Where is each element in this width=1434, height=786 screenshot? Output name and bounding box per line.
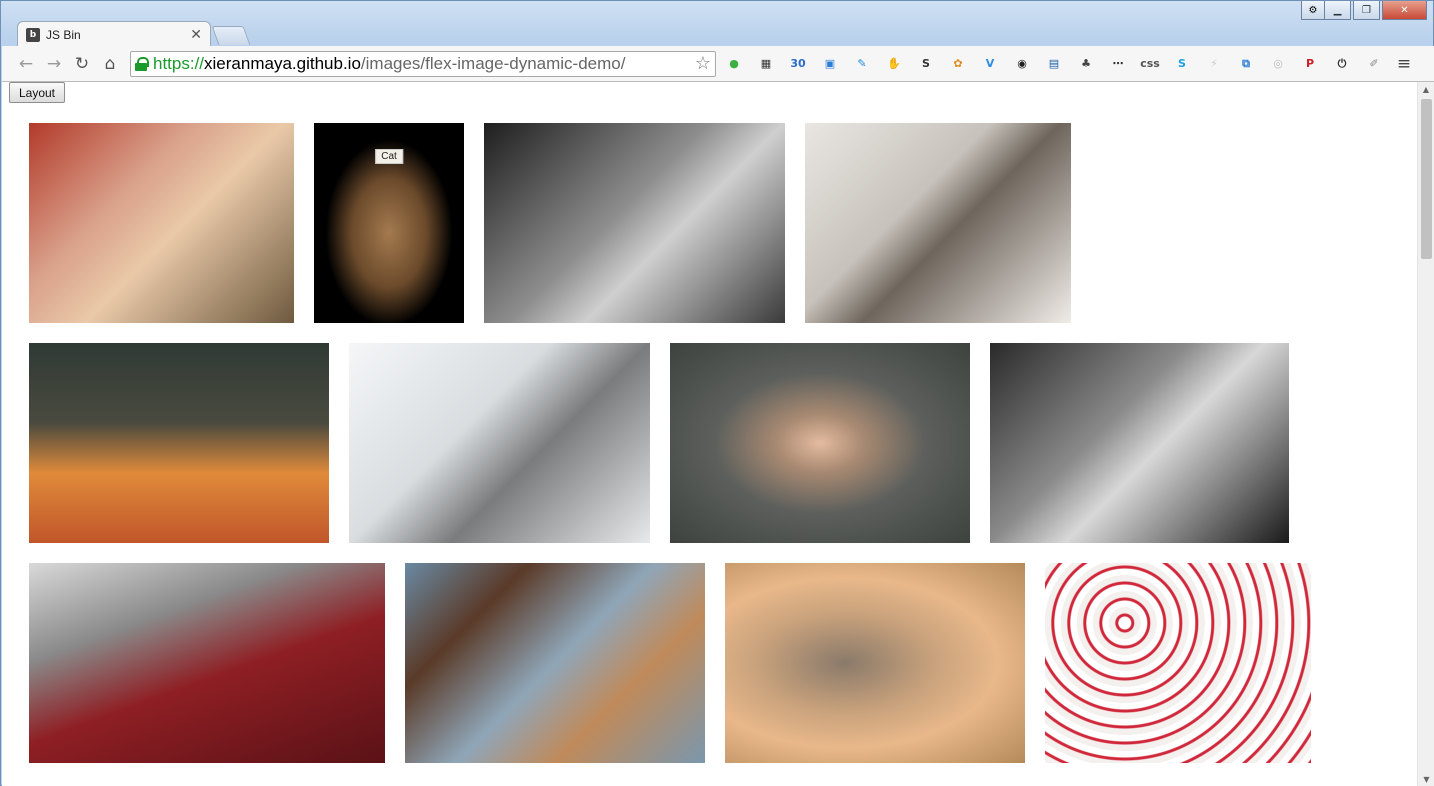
scroll-thumb[interactable]	[1421, 99, 1432, 259]
pinterest-extension-icon[interactable]: P	[1298, 52, 1322, 76]
image-gallery: Cat	[29, 123, 1311, 783]
photo-tabby-on-red-carpet	[29, 563, 385, 763]
resize-extension-icon[interactable]: ⧉	[1234, 52, 1258, 76]
url-scheme: https://	[153, 53, 205, 73]
fruit-extension-icon[interactable]: ✿	[946, 52, 970, 76]
jsbin-favicon-icon: b	[26, 27, 40, 42]
skype-extension-icon[interactable]: S	[1170, 52, 1194, 76]
calendar-extension-icon[interactable]: 30	[786, 52, 810, 76]
photo-bw-kitten-rolling	[990, 343, 1289, 543]
evernote-extension-icon[interactable]: ♣	[1074, 52, 1098, 76]
bookmark-star-icon[interactable]: ☆	[695, 53, 711, 74]
gallery-row: Cat	[29, 123, 1311, 323]
scroll-up-icon[interactable]: ▲	[1418, 82, 1434, 96]
adblock-extension-icon[interactable]: ✋	[882, 52, 906, 76]
extensions-area: ● ▦ 30 ▣ ✎ ✋ S ✿ V ◉ ▤ ♣ ⋯ css S ⚡ ⧉ ◎ P ⏻ ✐	[722, 52, 1386, 76]
glasses-extension-icon[interactable]: ◉	[1010, 52, 1034, 76]
lightning-extension-icon[interactable]: ⚡	[1202, 52, 1226, 76]
reload-icon[interactable]: ↻	[68, 50, 96, 78]
target-extension-icon[interactable]: ◎	[1266, 52, 1290, 76]
url-text[interactable]: https://xieranmaya.github.io/images/flex…	[153, 54, 695, 74]
gallery-row	[29, 343, 1311, 543]
url-host: xieranmaya.github.io	[204, 53, 361, 73]
page-content: Layout Cat ▲ ▼	[2, 82, 1434, 786]
minimize-button[interactable]: ▁	[1324, 1, 1351, 20]
gallery-row	[29, 563, 1311, 763]
photo-jumping-kittens	[805, 123, 1071, 323]
photo-dog-cat-label: Cat	[314, 123, 464, 323]
tab-title: JS Bin	[46, 27, 81, 42]
window-controls: ▁ ❐ ✕	[1324, 1, 1427, 20]
restore-button[interactable]: ❐	[1353, 1, 1380, 20]
chrome-menu-icon[interactable]: ≡	[1392, 52, 1416, 76]
v-extension-icon[interactable]: V	[978, 52, 1002, 76]
s-extension-icon[interactable]: S	[914, 52, 938, 76]
photo-calico-kitten-under-chair	[405, 563, 705, 763]
tab-close-icon[interactable]: ✕	[190, 27, 202, 43]
browser-toolbar: ← → ↻ ⌂ https://xieranmaya.github.io/ima…	[2, 46, 1434, 82]
photo-label: Cat	[375, 149, 403, 164]
forward-icon[interactable]: →	[40, 50, 68, 78]
window-extension-icon[interactable]: ▣	[818, 52, 842, 76]
pen-extension-icon[interactable]: ✎	[850, 52, 874, 76]
lock-icon	[135, 56, 149, 71]
photo-baby-feet	[484, 123, 785, 323]
address-bar[interactable]: https://xieranmaya.github.io/images/flex…	[130, 50, 716, 77]
vertical-scrollbar[interactable]: ▲ ▼	[1417, 82, 1434, 786]
photo-lucky-cat-figurines	[1045, 563, 1311, 763]
green-dot-extension-icon[interactable]: ●	[722, 52, 746, 76]
photo-cat-on-cushion	[29, 343, 329, 543]
power-extension-icon[interactable]: ⏻	[1330, 52, 1354, 76]
scroll-down-icon[interactable]: ▼	[1418, 772, 1434, 786]
close-window-button[interactable]: ✕	[1382, 1, 1427, 20]
browser-window: ⚙ ▁ ❐ ✕ b JS Bin ✕ ← → ↻ ⌂ https://xiera…	[0, 0, 1434, 786]
dots-extension-icon[interactable]: ⋯	[1106, 52, 1130, 76]
profile-button[interactable]: ⚙	[1301, 1, 1325, 20]
book-extension-icon[interactable]: ▤	[1042, 52, 1066, 76]
home-icon[interactable]: ⌂	[96, 50, 124, 78]
photo-girl-in-burlap	[670, 343, 970, 543]
tab-jsbin[interactable]: b JS Bin ✕	[17, 21, 211, 47]
url-path: /images/flex-image-dynamic-demo/	[360, 53, 626, 73]
feather-extension-icon[interactable]: ✐	[1362, 52, 1386, 76]
photo-laughing-girl	[29, 123, 294, 323]
photo-tabby-closeup	[725, 563, 1025, 763]
css-extension-icon[interactable]: css	[1138, 52, 1162, 76]
qr-code-extension-icon[interactable]: ▦	[754, 52, 778, 76]
layout-button[interactable]: Layout	[9, 82, 65, 103]
new-tab-button[interactable]	[211, 26, 251, 45]
photo-silver-tabby-kitten	[349, 343, 650, 543]
back-icon[interactable]: ←	[12, 50, 40, 78]
